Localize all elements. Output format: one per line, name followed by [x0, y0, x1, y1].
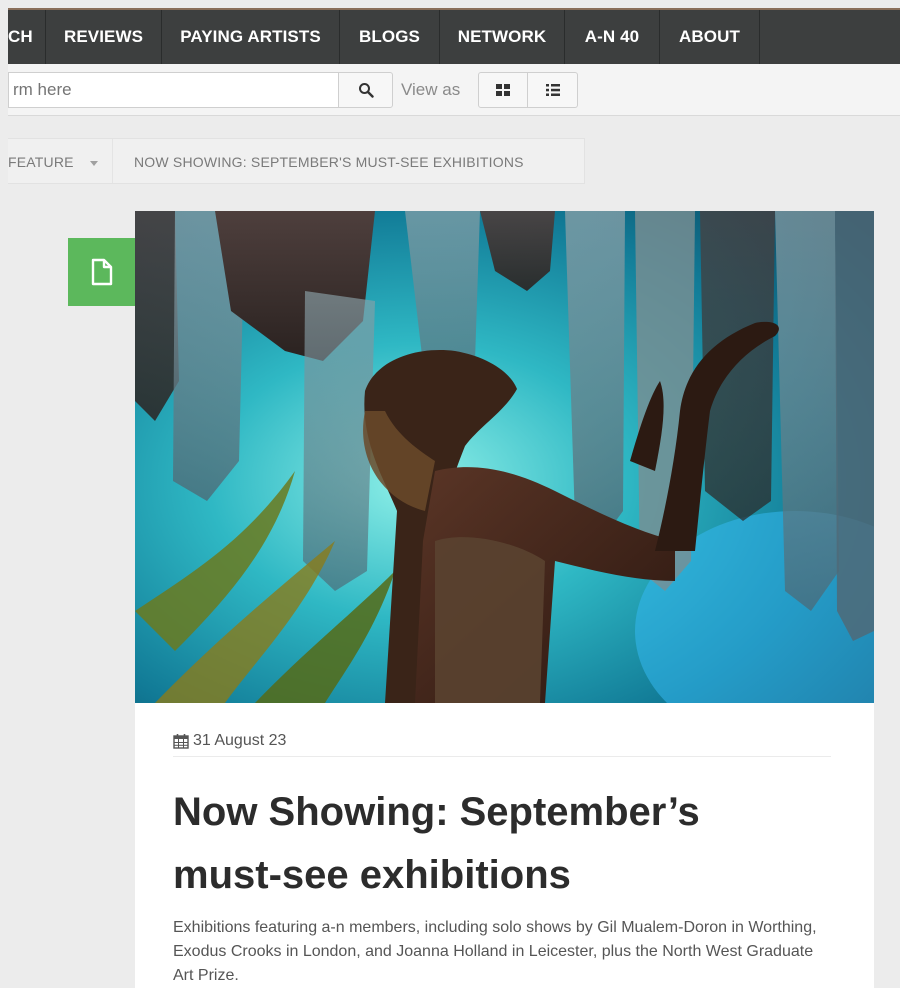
nav-item-label: NETWORK: [457, 27, 547, 46]
search-icon: [358, 83, 374, 98]
article-date-text: 31 August 23: [193, 732, 287, 749]
nav-item-label: REVIEWS: [63, 27, 144, 46]
breadcrumb-current: NOW SHOWING: SEPTEMBER'S MUST-SEE EXHIBI…: [134, 154, 524, 170]
article-title[interactable]: Now Showing: September’s must-see exhibi…: [173, 781, 813, 907]
document-icon: [91, 258, 113, 286]
grid-view-button[interactable]: [478, 72, 528, 108]
list-view-button[interactable]: [528, 72, 578, 108]
nav-item-search[interactable]: CH: [8, 10, 46, 64]
grid-view-icon: [496, 84, 510, 96]
main-nav: CH REVIEWS PAYING ARTISTS BLOGS NETWORK …: [8, 8, 900, 64]
search-button[interactable]: [338, 72, 393, 108]
view-as-label: View as: [401, 80, 461, 99]
nav-item-label: A-N 40: [584, 27, 640, 46]
article-date: 31 August 23: [173, 730, 286, 752]
list-view-icon: [545, 84, 560, 96]
search-input[interactable]: [8, 72, 338, 108]
breadcrumb-section[interactable]: FEATURE: [8, 154, 74, 170]
nav-item-label: ABOUT: [679, 27, 740, 46]
article-type-badge: [68, 238, 136, 306]
search-toolbar: View as: [8, 64, 900, 116]
article-excerpt: Exhibitions featuring a-n members, inclu…: [173, 919, 817, 984]
nav-item-network[interactable]: NETWORK: [440, 10, 565, 64]
nav-item-label: CH: [8, 27, 33, 46]
chevron-down-icon[interactable]: [90, 161, 98, 166]
nav-item-label: BLOGS: [359, 27, 420, 46]
divider: [173, 756, 831, 757]
article-card[interactable]: 31 August 23 Now Showing: September’s mu…: [135, 211, 874, 988]
breadcrumb-divider: [112, 139, 113, 183]
nav-item-a-n-40[interactable]: A-N 40: [565, 10, 660, 64]
nav-item-about[interactable]: ABOUT: [660, 10, 760, 64]
calendar-icon: [173, 734, 189, 749]
nav-item-reviews[interactable]: REVIEWS: [46, 10, 162, 64]
nav-item-paying-artists[interactable]: PAYING ARTISTS: [162, 10, 340, 64]
hero-photo: [135, 211, 874, 703]
nav-item-blogs[interactable]: BLOGS: [340, 10, 440, 64]
breadcrumb: FEATURE NOW SHOWING: SEPTEMBER'S MUST-SE…: [8, 138, 585, 184]
article-hero-image[interactable]: [135, 211, 874, 703]
nav-item-label: PAYING ARTISTS: [180, 27, 321, 46]
